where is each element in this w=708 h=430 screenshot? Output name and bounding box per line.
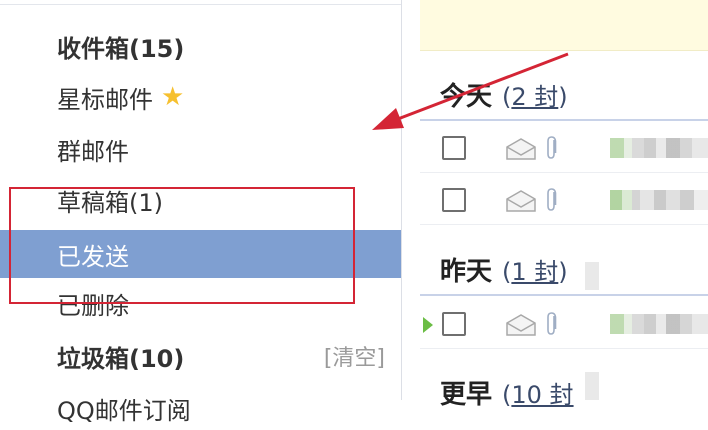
clear-spam-link[interactable]: [清空]	[324, 340, 385, 372]
highlight-box	[9, 187, 355, 304]
row-checkbox[interactable]	[442, 312, 466, 336]
group-count[interactable]: (10 封	[502, 375, 574, 410]
group-header-earlier: 更早 (10 封	[440, 370, 574, 414]
attachment-icon	[547, 312, 557, 335]
blur-strip	[585, 372, 599, 400]
group-header-yesterday: 昨天 (1 封)	[440, 247, 568, 291]
sidebar-top-divider	[0, 4, 401, 5]
blur-strip	[585, 262, 599, 290]
mail-row[interactable]	[420, 300, 708, 349]
sender-name-blurred	[610, 138, 708, 158]
attachment-icon	[547, 188, 557, 211]
envelope-read-icon	[506, 190, 536, 212]
folder-inbox-label: 收件箱(15)	[57, 34, 185, 63]
red-arrow-icon	[372, 52, 569, 130]
row-checkbox[interactable]	[442, 188, 466, 212]
folder-spam-label: 垃圾箱(10)	[57, 344, 185, 373]
unread-flag-icon	[423, 317, 433, 333]
group-divider	[420, 294, 708, 296]
mail-row[interactable]	[420, 176, 708, 225]
group-title: 更早	[440, 379, 493, 410]
folder-spam[interactable]: 垃圾箱(10) [清空]	[0, 334, 401, 378]
folder-subscriptions-label: QQ邮件订阅	[57, 396, 191, 425]
group-count[interactable]: (1 封)	[502, 252, 568, 287]
envelope-read-icon	[506, 314, 536, 336]
folder-group-mail-label: 群邮件	[57, 137, 129, 166]
sender-name-blurred	[610, 190, 708, 210]
sender-name-blurred	[610, 314, 708, 334]
folder-inbox[interactable]: 收件箱(15)	[0, 24, 401, 68]
envelope-read-icon	[506, 138, 536, 160]
folder-starred[interactable]: 星标邮件 ★	[0, 75, 401, 119]
group-title: 昨天	[440, 256, 493, 287]
folder-subscriptions[interactable]: QQ邮件订阅	[0, 386, 401, 430]
folder-starred-label: 星标邮件	[57, 85, 153, 114]
star-icon: ★	[161, 82, 185, 112]
folder-group-mail[interactable]: 群邮件	[0, 127, 401, 171]
